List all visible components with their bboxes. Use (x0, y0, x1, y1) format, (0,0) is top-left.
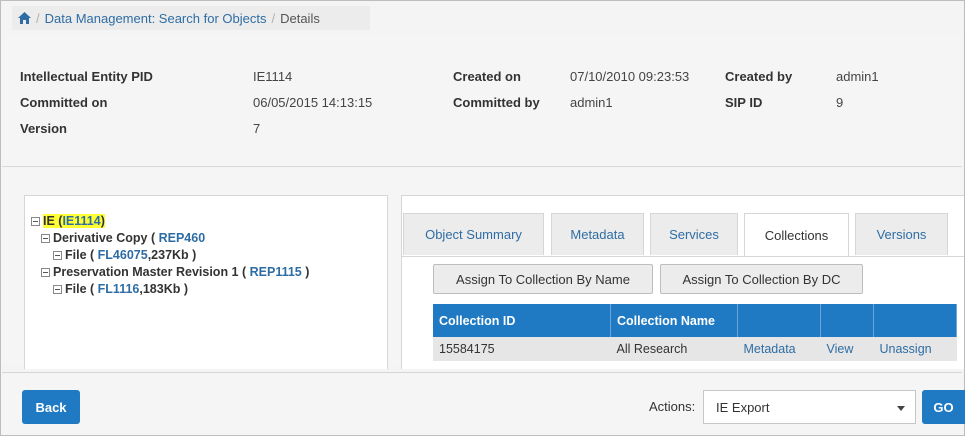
go-button[interactable]: GO (922, 390, 965, 424)
ie-pid-label: Intellectual Entity PID (20, 69, 153, 84)
actions-label: Actions: (649, 399, 696, 414)
tab-object-summary[interactable]: Object Summary (403, 213, 544, 255)
tree-node-preservation[interactable]: Preservation Master Revision 1 ( REP1115… (41, 265, 309, 279)
tab-services[interactable]: Services (650, 213, 738, 255)
assign-by-dc-button[interactable]: Assign To Collection By DC (660, 264, 863, 294)
tree-node-derivative[interactable]: Derivative Copy ( REP460 (41, 231, 224, 245)
actions-select[interactable]: IE Export (703, 390, 916, 424)
tree-node-ie[interactable]: IE (IE1114) (31, 214, 105, 228)
tree-preservation-id[interactable]: REP1115 (250, 265, 302, 279)
version-value: 7 (253, 121, 261, 136)
tab-bar: Object Summary Metadata Services Collect… (402, 196, 964, 257)
back-button[interactable]: Back (22, 390, 80, 424)
sip-id-value: 9 (836, 95, 844, 110)
tree-node-preservation-file[interactable]: File ( FL1116,183Kb ) (53, 282, 188, 296)
tree-file-id[interactable]: FL1116 (98, 282, 140, 296)
collapse-icon[interactable] (31, 216, 40, 226)
created-by-label: Created by (725, 69, 793, 84)
tree-preservation-label: Preservation Master Revision 1 ( (53, 265, 247, 279)
tree-file-label: File ( (65, 248, 95, 262)
tree-node-derivative-file[interactable]: File ( FL46075,237Kb ) (53, 248, 196, 262)
object-tree: IE (IE1114) Derivative Copy ( REP460 Fil… (24, 195, 388, 369)
sip-id-label: SIP ID (725, 95, 763, 110)
tree-derivative-id[interactable]: REP460 (159, 231, 206, 245)
tree-derivative-label: Derivative Copy ( (53, 231, 156, 245)
metadata-link[interactable]: Metadata (744, 342, 796, 356)
column-header-metadata (737, 304, 821, 337)
breadcrumb-link-search[interactable]: Data Management: Search for Objects (45, 11, 267, 26)
cell-metadata: Metadata (737, 337, 821, 361)
tree-file-id[interactable]: FL46075 (98, 248, 148, 262)
detail-tabs-panel: Object Summary Metadata Services Collect… (401, 195, 964, 369)
view-link[interactable]: View (827, 342, 854, 356)
tab-metadata[interactable]: Metadata (551, 213, 644, 255)
chevron-down-icon (897, 406, 905, 411)
created-on-value: 07/10/2010 09:23:53 (570, 69, 690, 84)
committed-by-value: admin1 (570, 95, 613, 110)
breadcrumb-separator: / (271, 10, 276, 26)
tab-versions[interactable]: Versions (855, 213, 948, 255)
tree-file-size: ,183Kb ) (139, 282, 188, 296)
assign-by-name-button[interactable]: Assign To Collection By Name (433, 264, 653, 294)
cell-view: View (820, 337, 874, 361)
collapse-icon[interactable] (53, 250, 62, 260)
tree-ie-id[interactable]: IE1114 (62, 214, 100, 228)
tree-node-ie-label: IE (IE1114) (43, 214, 105, 228)
cell-collection-name: All Research (610, 337, 738, 361)
created-on-label: Created on (453, 69, 521, 84)
unassign-link[interactable]: Unassign (880, 342, 932, 356)
committed-on-label: Committed on (20, 95, 108, 110)
home-icon[interactable] (18, 12, 31, 24)
breadcrumb-separator: / (36, 10, 40, 26)
created-by-value: admin1 (836, 69, 879, 84)
collections-table: Collection ID Collection Name 15584175 A… (433, 304, 957, 361)
column-header-unassign (873, 304, 957, 337)
breadcrumb-current: Details (280, 10, 320, 26)
version-label: Version (20, 121, 67, 136)
ie-pid-value: IE1114 (253, 69, 293, 84)
tree-ie-prefix: IE ( (43, 214, 63, 228)
table-header-row: Collection ID Collection Name (433, 304, 957, 337)
collapse-icon[interactable] (53, 284, 62, 294)
tree-file-label: File ( (65, 282, 95, 296)
committed-on-value: 06/05/2015 14:13:15 (253, 95, 373, 110)
column-header-view (820, 304, 874, 337)
cell-collection-id: 15584175 (433, 337, 611, 361)
table-row: 15584175 All Research Metadata View Unas… (433, 337, 957, 361)
column-header-collection-name: Collection Name (610, 304, 738, 337)
column-header-collection-id: Collection ID (433, 304, 611, 337)
collapse-icon[interactable] (41, 233, 50, 243)
tree-file-size: ,237Kb ) (147, 248, 197, 262)
tab-collections[interactable]: Collections (744, 213, 849, 256)
cell-unassign: Unassign (873, 337, 957, 361)
tree-ie-suffix: ) (100, 214, 105, 228)
actions-selected-value: IE Export (716, 399, 770, 415)
committed-by-label: Committed by (453, 95, 540, 110)
tree-preservation-suffix: ) (305, 265, 310, 279)
breadcrumb: / Data Management: Search for Objects / … (12, 6, 370, 30)
collapse-icon[interactable] (41, 267, 50, 277)
